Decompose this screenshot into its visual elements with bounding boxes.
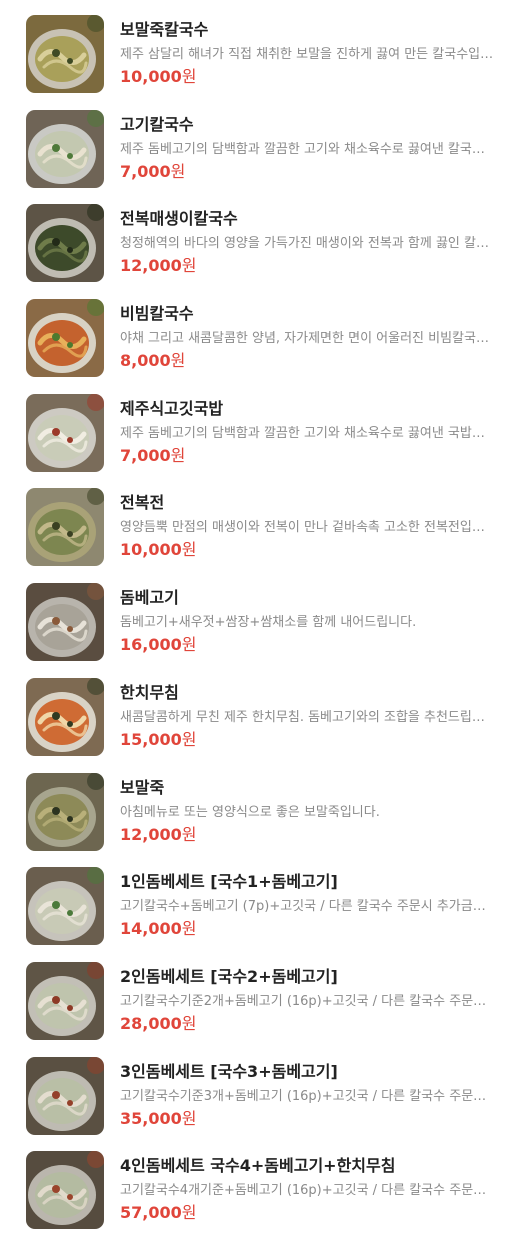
price-currency: 원 xyxy=(181,635,197,655)
price-amount: 8,000 xyxy=(120,351,171,371)
menu-item-description: 야채 그리고 새콤달콤한 양념, 자가제면한 면이 어울러진 비빔칼국수입니다. xyxy=(120,331,494,347)
menu-item-photo[interactable] xyxy=(26,15,104,93)
price-amount: 7,000 xyxy=(120,161,171,181)
menu-item-name[interactable]: 3인돔베세트 [국수3+돔베고기] xyxy=(120,1061,500,1083)
menu-item-description: 고기칼국수4개기준+돔베고기 (16p)+고깃국 / 다른 칼국수 주문시 추가… xyxy=(120,1183,494,1199)
menu-item-description: 제주 돔베고기의 담백함과 깔끔한 고기와 채소육수로 끓여낸 칼국수입니다. xyxy=(120,141,494,157)
price-amount: 28,000 xyxy=(120,1013,182,1033)
menu-item-name[interactable]: 4인돔베세트 국수4+돔베고기+한치무침 xyxy=(120,1155,500,1177)
price-currency: 원 xyxy=(181,729,197,749)
price-amount: 57,000 xyxy=(120,1203,182,1223)
menu-item-price: 57,000원 xyxy=(120,1202,196,1224)
menu-item-photo[interactable] xyxy=(26,299,104,378)
menu-item-name[interactable]: 1인돔베세트 [국수1+돔베고기] xyxy=(120,871,500,893)
price-currency: 원 xyxy=(181,919,197,939)
menu-item-price: 12,000원 xyxy=(120,255,196,277)
price-currency: 원 xyxy=(181,1108,197,1128)
menu-item-name[interactable]: 보말죽칼국수 xyxy=(120,19,500,41)
menu-item-price: 35,000원 xyxy=(120,1108,196,1130)
price-currency: 원 xyxy=(181,67,197,86)
menu-item-name[interactable]: 2인돔베세트 [국수2+돔베고기] xyxy=(120,966,500,988)
menu-item[interactable]: 돔베고기돔베고기+새우젓+쌈장+쌈채소를 함께 내어드립니다. 16,000원 xyxy=(0,568,520,663)
menu-item[interactable]: 1인돔베세트 [국수1+돔베고기] 고기칼국수+돔베고기 (7p)+고깃국 / 다… xyxy=(0,852,520,947)
menu-item-price: 14,000원 xyxy=(120,918,196,940)
price-amount: 12,000 xyxy=(120,256,182,276)
menu-item[interactable]: 2인돔베세트 [국수2+돔베고기] 고기칼국수기준2개+돔베고기 (16p)+고깃… xyxy=(0,947,520,1042)
price-currency: 원 xyxy=(181,540,197,560)
price-currency: 원 xyxy=(170,351,186,371)
menu-item-description: 고기칼국수+돔베고기 (7p)+고깃국 / 다른 칼국수 주문시 추가금액이 발… xyxy=(120,899,494,915)
price-amount: 35,000 xyxy=(120,1108,182,1128)
menu-item-photo[interactable] xyxy=(26,961,104,1040)
menu-item-price: 10,000원 xyxy=(120,66,196,88)
menu-item-photo[interactable] xyxy=(26,1151,104,1230)
menu-item[interactable]: 보말죽칼국수제주 삼달리 해녀가 직접 채취한 보말을 진하게 끓여 만든 칼국… xyxy=(0,0,520,95)
menu-item-price: 8,000원 xyxy=(120,350,185,372)
menu-item-photo[interactable] xyxy=(26,109,104,188)
price-amount: 16,000 xyxy=(120,635,182,655)
menu-item-description: 고기칼국수기준2개+돔베고기 (16p)+고깃국 / 다른 칼국수 주문시 추가… xyxy=(120,993,494,1009)
menu-item-name[interactable]: 비빔칼국수 xyxy=(120,303,500,325)
menu-item-price: 16,000원 xyxy=(120,634,196,656)
menu-item-photo[interactable] xyxy=(26,204,104,283)
menu-item-name[interactable]: 제주식고깃국밥 xyxy=(120,398,500,420)
menu-item[interactable]: 보말죽아침메뉴로 또는 영양식으로 좋은 보말죽입니다. 12,000원 xyxy=(0,758,520,853)
price-amount: 10,000 xyxy=(120,67,182,86)
menu-item-price: 15,000원 xyxy=(120,729,196,751)
menu-item-description: 제주 삼달리 해녀가 직접 채취한 보말을 진하게 끓여 만든 칼국수입니다. xyxy=(120,47,494,62)
menu-item-name[interactable]: 전복전 xyxy=(120,492,500,514)
price-amount: 12,000 xyxy=(120,824,182,844)
menu-item-photo[interactable] xyxy=(26,1056,104,1135)
menu-item[interactable]: 전복매생이칼국수청정해역의 바다의 영양을 가득가진 매생이와 전복과 함께 끓… xyxy=(0,189,520,284)
menu-item[interactable]: 한치무침새콤달콤하게 무친 제주 한치무침. 돔베고기와의 조합을 추천드립니다… xyxy=(0,663,520,758)
price-amount: 15,000 xyxy=(120,729,182,749)
menu-item-name[interactable]: 돔베고기 xyxy=(120,587,500,609)
menu-item-photo[interactable] xyxy=(26,677,104,756)
menu-item-description: 영양듬뿍 만점의 매생이와 전복이 만나 겉바속촉 고소한 전복전입니다. xyxy=(120,520,494,536)
menu-item[interactable]: 4인돔베세트 국수4+돔베고기+한치무침고기칼국수4개기준+돔베고기 (16p)… xyxy=(0,1136,520,1231)
menu-item-name[interactable]: 고기칼국수 xyxy=(120,114,500,136)
menu-item-description: 돔베고기+새우젓+쌈장+쌈채소를 함께 내어드립니다. xyxy=(120,615,417,631)
price-currency: 원 xyxy=(170,161,186,181)
menu-item[interactable]: 전복전영양듬뿍 만점의 매생이와 전복이 만나 겉바속촉 고소한 전복전입니다.… xyxy=(0,473,520,568)
price-amount: 14,000 xyxy=(120,919,182,939)
menu-item-photo[interactable] xyxy=(26,772,104,851)
menu-item-description: 새콤달콤하게 무친 제주 한치무침. 돔베고기와의 조합을 추천드립니다. xyxy=(120,709,494,725)
menu-item-price: 28,000원 xyxy=(120,1013,196,1035)
menu-item[interactable]: 비빔칼국수야채 그리고 새콤달콤한 양념, 자가제면한 면이 어울러진 비빔칼국… xyxy=(0,284,520,379)
menu-item-price: 7,000원 xyxy=(120,161,185,183)
price-amount: 10,000 xyxy=(120,540,182,560)
menu-item-photo[interactable] xyxy=(26,867,104,946)
menu-item-description: 아침메뉴로 또는 영양식으로 좋은 보말죽입니다. xyxy=(120,804,380,820)
price-currency: 원 xyxy=(181,1013,197,1033)
price-amount: 7,000 xyxy=(120,445,171,465)
menu-item[interactable]: 3인돔베세트 [국수3+돔베고기] 고기칼국수기준3개+돔베고기 (16p)+고깃… xyxy=(0,1042,520,1137)
menu-item-description: 제주 돔베고기의 담백함과 깔끔한 고기와 채소육수로 끓여낸 국밥입니다. xyxy=(120,425,494,441)
menu-item-photo[interactable] xyxy=(26,583,104,662)
menu-list: 보말죽칼국수제주 삼달리 해녀가 직접 채취한 보말을 진하게 끓여 만든 칼국… xyxy=(0,0,520,1236)
menu-item-name[interactable]: 보말죽 xyxy=(120,777,500,799)
menu-item-name[interactable]: 전복매생이칼국수 xyxy=(120,208,500,230)
price-currency: 원 xyxy=(181,1203,197,1223)
menu-item-description: 고기칼국수기준3개+돔베고기 (16p)+고깃국 / 다른 칼국수 주문시 추가… xyxy=(120,1088,494,1104)
menu-item[interactable]: 고기칼국수제주 돔베고기의 담백함과 깔끔한 고기와 채소육수로 끓여낸 칼국수… xyxy=(0,95,520,190)
menu-item-photo[interactable] xyxy=(26,488,104,567)
price-currency: 원 xyxy=(170,445,186,465)
price-currency: 원 xyxy=(181,256,197,276)
menu-item-description: 청정해역의 바다의 영양을 가득가진 매생이와 전복과 함께 끓인 칼국수입니다… xyxy=(120,236,494,252)
menu-item-price: 12,000원 xyxy=(120,824,196,846)
price-currency: 원 xyxy=(181,824,197,844)
menu-item-photo[interactable] xyxy=(26,393,104,472)
menu-item-price: 10,000원 xyxy=(120,539,196,561)
menu-item-price: 7,000원 xyxy=(120,445,185,467)
menu-item[interactable]: 제주식고깃국밥제주 돔베고기의 담백함과 깔끔한 고기와 채소육수로 끓여낸 국… xyxy=(0,379,520,474)
menu-item-name[interactable]: 한치무침 xyxy=(120,682,500,704)
